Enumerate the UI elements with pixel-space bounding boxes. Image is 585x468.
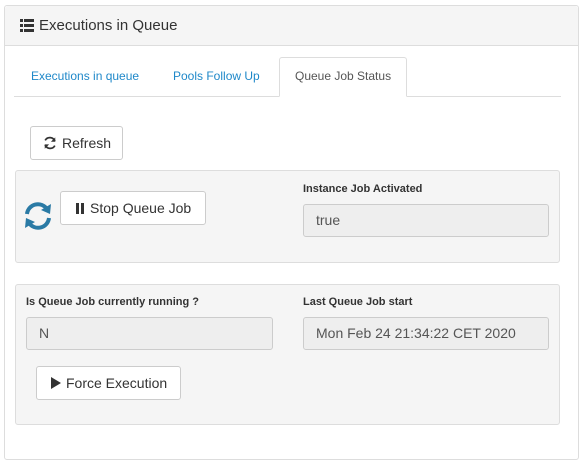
tab-executions-in-queue[interactable]: Executions in queue <box>16 57 154 96</box>
last-start-label: Last Queue Job start <box>303 296 413 308</box>
force-execution-label: Force Execution <box>66 375 168 391</box>
tab-pools-follow-up[interactable]: Pools Follow Up <box>158 57 275 96</box>
stop-queue-job-button[interactable]: Stop Queue Job <box>60 191 206 225</box>
is-running-field: N <box>26 317 273 350</box>
is-running-label: Is Queue Job currently running ? <box>26 296 199 308</box>
last-start-field: Mon Feb 24 21:34:22 CET 2020 <box>303 317 549 350</box>
job-control-well: Stop Queue Job Instance Job Activated tr… <box>15 170 560 263</box>
force-execution-button[interactable]: Force Execution <box>36 366 181 400</box>
tab-bar: Executions in queue Pools Follow Up Queu… <box>14 57 561 97</box>
tab-queue-job-status[interactable]: Queue Job Status <box>279 57 408 97</box>
panel-heading: Executions in Queue <box>5 6 578 46</box>
sync-icon <box>22 200 54 237</box>
refresh-button[interactable]: Refresh <box>30 126 123 160</box>
panel-title: Executions in Queue <box>39 17 178 34</box>
refresh-label: Refresh <box>62 135 112 151</box>
stop-queue-job-label: Stop Queue Job <box>90 200 192 216</box>
list-icon <box>20 19 34 32</box>
play-icon <box>51 377 61 389</box>
instance-job-activated-field: true <box>303 204 549 237</box>
instance-job-activated-label: Instance Job Activated <box>303 183 423 195</box>
refresh-icon <box>44 136 56 150</box>
job-status-well: Is Queue Job currently running ? N Last … <box>15 284 560 425</box>
pause-icon <box>76 202 84 214</box>
